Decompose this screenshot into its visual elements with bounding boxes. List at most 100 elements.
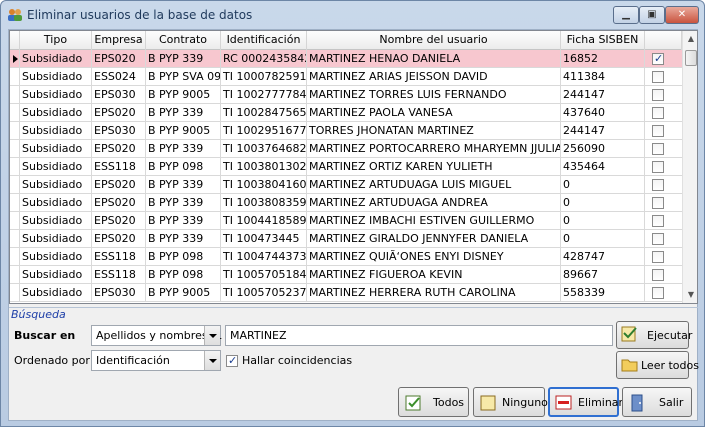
cell-tipo[interactable]: Subsidiado [20,176,92,194]
hallar-checkbox[interactable] [226,354,238,367]
close-button[interactable]: ✕ [665,6,699,24]
cell-ficha[interactable]: 0 [561,212,645,230]
cell-ficha[interactable]: 16852 [561,50,645,68]
cell-id[interactable]: TI 1004744373 [221,248,307,266]
cell-contrato[interactable]: B PYP 339 [146,176,221,194]
cell-nombre[interactable]: MARTINEZ PORTOCARRERO MHARYEMN JJULIANNA [307,140,561,158]
table-row[interactable]: Subsidiado EPS020 B PYP 339 TI 1003804160 MA… [10,176,682,194]
cell-nombre[interactable]: MARTINEZ ARTUDUAGA LUIS MIGUEL [307,176,561,194]
table-row[interactable]: SubsidiadoEPS020B PYP 339RC 00024358425M… [10,50,682,68]
cell-id[interactable]: TI 1003804160 [221,176,307,194]
cell-id[interactable]: TI 1002847565 [221,104,307,122]
cell-contrato[interactable]: B PYP 339 [146,212,221,230]
cell-ficha[interactable]: 0 [561,230,645,248]
cell-id[interactable]: TI 1003801302 [221,158,307,176]
cell-contrato[interactable]: B PYP 339 [146,194,221,212]
cell-id[interactable]: TI 1002777784 [221,86,307,104]
cell-nombre[interactable]: MARTINEZ GIRALDO JENNYFER DANIELA [307,230,561,248]
row-checkbox[interactable] [652,89,664,101]
cell-ficha[interactable]: 435464 [561,158,645,176]
header-ficha[interactable]: Ficha SISBEN [561,31,645,50]
cell-nombre[interactable]: MARTINEZ ARTUDUAGA ANDREA [307,194,561,212]
cell-id[interactable]: TI 1003808359 [221,194,307,212]
table-row[interactable]: Subsidiado ESS118 B PYP 098 TI 1005705184 MA… [10,266,682,284]
table-row[interactable]: Subsidiado EPS020 B PYP 339 TI 1002847565 MA… [10,104,682,122]
vertical-scrollbar[interactable]: ▲ ▼ [682,31,697,303]
header-tipo[interactable]: Tipo [20,31,92,50]
cell-ficha[interactable]: 428747 [561,248,645,266]
cell-contrato[interactable]: B PYP 098 [146,266,221,284]
header-contrato[interactable]: Contrato [146,31,221,50]
cell-empresa[interactable]: ESS118 [92,248,146,266]
cell-id[interactable]: TI 1003764682 [221,140,307,158]
cell-empresa[interactable]: EPS020 [92,194,146,212]
cell-tipo[interactable]: Subsidiado [20,230,92,248]
cell-id[interactable]: RC 00024358425 [221,50,307,68]
cell-id[interactable]: TI 100473445 [221,230,307,248]
row-checkbox[interactable] [652,125,664,137]
row-checkbox[interactable] [652,143,664,155]
cell-nombre[interactable]: TORRES JHONATAN MARTINEZ [307,122,561,140]
cell-id[interactable]: TI 1000782591 [221,68,307,86]
cell-id[interactable]: TI 1002951677 [221,122,307,140]
row-checkbox[interactable] [652,161,664,173]
cell-id[interactable]: TI 1004418589 [221,212,307,230]
cell-contrato[interactable]: B PYP 339 [146,50,221,68]
leer-todos-button[interactable]: Leer todos [616,351,699,379]
cell-contrato[interactable]: B PYP 9005 [146,86,221,104]
search-input[interactable] [225,325,613,346]
table-row[interactable]: Subsidiado EPS020 B PYP 339 TI 1003764682 MA… [10,140,682,158]
cell-contrato[interactable]: B PYP 339 [146,230,221,248]
users-grid[interactable]: Tipo Empresa Contrato Identificación Nom… [9,30,698,304]
header-identificacion[interactable]: Identificación [221,31,307,50]
row-checkbox[interactable] [652,215,664,227]
table-row[interactable]: Subsidiado EPS020 B PYP 339 TI 1003808359 MA… [10,194,682,212]
row-checkbox[interactable] [652,251,664,263]
row-checkbox[interactable] [652,287,664,299]
cell-tipo[interactable]: Subsidiado [20,122,92,140]
cell-nombre[interactable]: MARTINEZ FIGUEROA KEVIN [307,266,561,284]
cell-tipo[interactable]: Subsidiado [20,104,92,122]
cell-tipo[interactable]: Subsidiado [20,212,92,230]
table-row[interactable]: Subsidiado ESS118 B PYP 098 TI 1003801302 MA… [10,158,682,176]
cell-ficha[interactable]: 437640 [561,104,645,122]
cell-ficha[interactable]: 244147 [561,86,645,104]
table-row[interactable]: Subsidiado EPS030 B PYP 9005 TI 1005705237 M… [10,284,682,302]
cell-contrato[interactable]: B PYP 098 [146,248,221,266]
cell-ficha[interactable]: 0 [561,194,645,212]
cell-tipo[interactable]: Subsidiado [20,140,92,158]
search-input-field[interactable] [226,326,612,345]
row-checkbox[interactable] [652,107,664,119]
table-row[interactable]: Subsidiado EPS020 B PYP 339 TI 1004418589 MA… [10,212,682,230]
cell-tipo[interactable]: Subsidiado [20,266,92,284]
scroll-up-icon[interactable]: ▲ [683,31,697,47]
ninguno-button[interactable]: Ninguno [473,387,548,417]
eliminar-button[interactable]: Eliminar [548,387,623,417]
cell-contrato[interactable]: B PYP SVA 098 [146,68,221,86]
table-row[interactable]: Subsidiado EPS020 B PYP 339 TI 100473445 MAR… [10,230,682,248]
cell-nombre[interactable]: MARTINEZ ARIAS JEISSON DAVID [307,68,561,86]
cell-empresa[interactable]: EPS030 [92,86,146,104]
cell-tipo[interactable]: Subsidiado [20,284,92,302]
row-checkbox[interactable] [652,71,664,83]
cell-tipo[interactable]: Subsidiado [20,248,92,266]
cell-nombre[interactable]: MARTINEZ TORRES LUIS FERNANDO [307,86,561,104]
cell-contrato[interactable]: B PYP 339 [146,140,221,158]
cell-ficha[interactable]: 89667 [561,266,645,284]
cell-empresa[interactable]: ESS024 [92,68,146,86]
cell-nombre[interactable]: MARTINEZ HENAO DANIELA [307,50,561,68]
cell-tipo[interactable]: Subsidiado [20,50,92,68]
row-checkbox[interactable] [652,179,664,191]
cell-ficha[interactable]: 256090 [561,140,645,158]
cell-nombre[interactable]: MARTINEZ IMBACHI ESTIVEN GUILLERMO [307,212,561,230]
cell-contrato[interactable]: B PYP 9005 [146,284,221,302]
cell-nombre[interactable]: MARTINEZ ORTIZ KAREN YULIETH [307,158,561,176]
cell-nombre[interactable]: MARTINEZ QUIÃ‘ONES ENYI DISNEY [307,248,561,266]
cell-tipo[interactable]: Subsidiado [20,194,92,212]
header-empresa[interactable]: Empresa [92,31,146,50]
maximize-button[interactable]: ▣ [639,6,665,24]
cell-empresa[interactable]: EPS020 [92,140,146,158]
row-checkbox[interactable] [652,269,664,281]
row-checkbox[interactable] [652,197,664,209]
cell-nombre[interactable]: MARTINEZ HERRERA RUTH CAROLINA [307,284,561,302]
